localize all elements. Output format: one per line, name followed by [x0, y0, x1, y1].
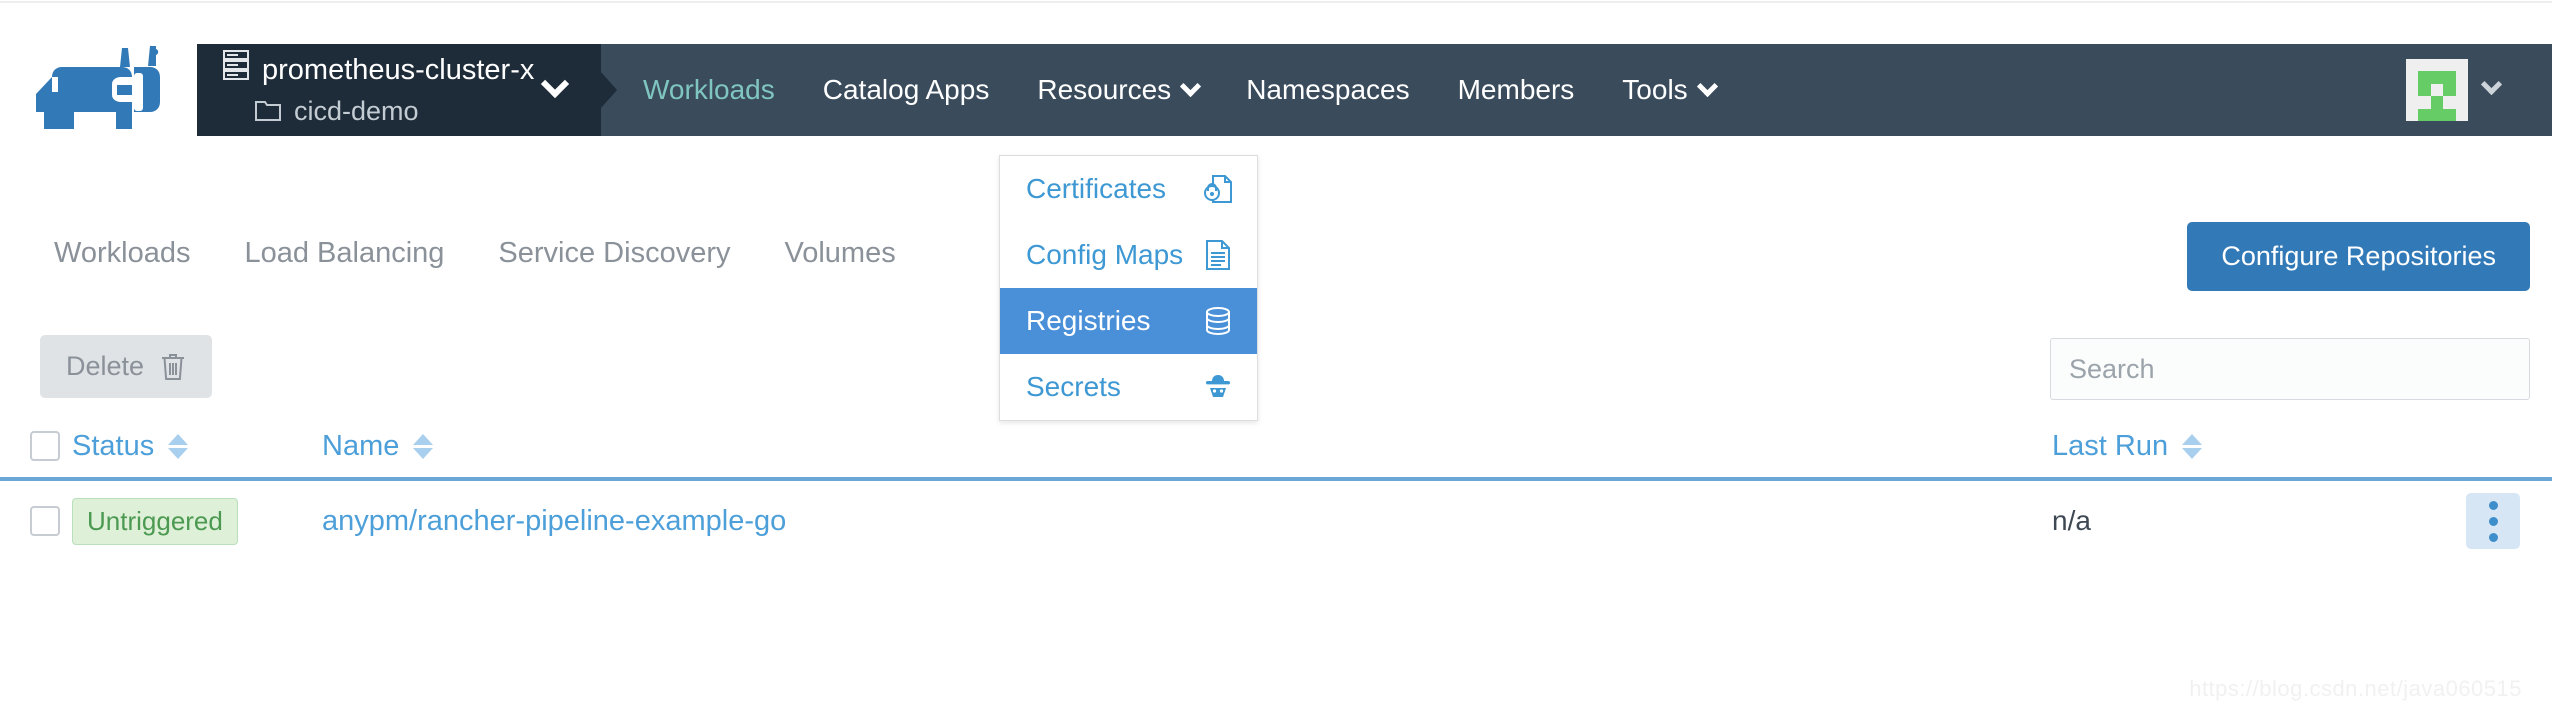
- trash-icon: [160, 352, 186, 382]
- column-label: Name: [322, 429, 400, 462]
- nav-item-members[interactable]: Members: [1458, 44, 1575, 136]
- sort-status-button[interactable]: Status: [72, 430, 322, 463]
- rancher-logo[interactable]: [22, 40, 162, 135]
- chevron-down-icon: [1180, 75, 1202, 98]
- subnav-item-label: Service Discovery: [498, 236, 731, 269]
- row-cell-name: anypm/rancher-pipeline-example-go: [322, 505, 2052, 538]
- column-label: Last Run: [2052, 429, 2169, 462]
- subnav-item-load-balancing[interactable]: Load Balancing: [244, 237, 444, 270]
- dropdown-item-secrets[interactable]: Secrets: [1000, 354, 1257, 420]
- user-menu[interactable]: [2392, 44, 2552, 136]
- select-all-cell: [0, 431, 72, 461]
- dropdown-item-certificates[interactable]: Certificates: [1000, 156, 1257, 222]
- folder-icon: [255, 100, 281, 122]
- document-lines-icon: [1201, 238, 1235, 272]
- row-cell-status: Untriggered: [72, 497, 322, 545]
- sort-name-button[interactable]: Name: [322, 430, 2052, 463]
- subnav-item-label: Load Balancing: [244, 236, 445, 269]
- row-cell-last-run: n/a: [2052, 505, 2432, 537]
- secret-agent-icon: [1201, 370, 1235, 404]
- subnav-item-label: Workloads: [54, 236, 191, 269]
- dropdown-item-config-maps[interactable]: Config Maps: [1000, 222, 1257, 288]
- table-row[interactable]: Untriggered anypm/rancher-pipeline-examp…: [0, 481, 2552, 561]
- header-cell-name: Name: [322, 430, 2052, 463]
- primary-nav: Workloads Catalog Apps Resources Namespa…: [601, 44, 2552, 136]
- top-bar: prometheus-cluster-x cicd-demo Workloads…: [0, 0, 2552, 155]
- nav-item-namespaces[interactable]: Namespaces: [1246, 44, 1409, 136]
- nav-item-label: Members: [1457, 74, 1575, 105]
- database-stack-icon: [1201, 304, 1235, 338]
- resources-dropdown-menu: Certificates Config Maps Registries Secr…: [999, 155, 1258, 421]
- chevron-down-icon[interactable]: [540, 69, 570, 106]
- column-label: Status: [72, 429, 155, 462]
- cluster-name: prometheus-cluster-x: [262, 54, 535, 86]
- project-name: cicd-demo: [294, 96, 419, 126]
- dropdown-item-label: Config Maps: [1026, 239, 1184, 270]
- kebab-menu-icon[interactable]: [2466, 493, 2520, 549]
- nav-item-workloads[interactable]: Workloads: [643, 44, 775, 136]
- registry-name-link[interactable]: anypm/rancher-pipeline-example-go: [322, 505, 786, 537]
- subnav-item-label: Volumes: [784, 236, 896, 269]
- select-all-checkbox[interactable]: [30, 431, 60, 461]
- nav-wrapper: prometheus-cluster-x cicd-demo Workloads…: [197, 44, 2552, 136]
- sub-nav: Workloads Load Balancing Service Discove…: [0, 205, 2552, 301]
- table-header-row: Status Name Last Run: [0, 415, 2552, 481]
- sort-icon: [413, 433, 434, 459]
- subnav-item-workloads[interactable]: Workloads: [54, 237, 190, 270]
- watermark: https://blog.csdn.net/java060515: [2189, 676, 2522, 701]
- rancher-registries-page: prometheus-cluster-x cicd-demo Workloads…: [0, 0, 2552, 720]
- nav-pointer: [601, 72, 617, 108]
- configure-repositories-button[interactable]: Configure Repositories: [2187, 222, 2530, 291]
- sort-last-run-button[interactable]: Last Run: [2052, 430, 2432, 463]
- top-divider: [0, 1, 2552, 3]
- search-input[interactable]: [2050, 338, 2530, 400]
- chevron-down-icon[interactable]: [2480, 73, 2503, 104]
- nav-item-label: Workloads: [643, 74, 775, 105]
- nav-item-label: Namespaces: [1246, 74, 1410, 105]
- last-run-value: n/a: [2052, 505, 2091, 536]
- table-toolbar: Delete: [0, 335, 2552, 415]
- registries-table: Status Name Last Run Untriggered anypm/r…: [0, 415, 2552, 561]
- row-checkbox[interactable]: [30, 506, 60, 536]
- dropdown-item-label: Registries: [1026, 305, 1151, 336]
- dropdown-item-label: Certificates: [1026, 173, 1167, 204]
- delete-button[interactable]: Delete: [40, 335, 213, 398]
- nav-item-label: Catalog Apps: [822, 74, 990, 105]
- header-cell-status: Status: [72, 430, 322, 463]
- delete-button-label: Delete: [66, 351, 145, 381]
- dropdown-item-registries[interactable]: Registries: [1000, 288, 1257, 354]
- nav-item-catalog-apps[interactable]: Catalog Apps: [823, 44, 990, 136]
- status-badge: Untriggered: [72, 497, 238, 545]
- header-cell-last-run: Last Run: [2052, 430, 2432, 463]
- server-rack-icon: [223, 50, 249, 90]
- nav-item-label: Resources: [1037, 74, 1172, 105]
- chevron-down-icon: [1696, 75, 1718, 98]
- row-select-cell: [0, 506, 72, 536]
- cluster-project-selector[interactable]: prometheus-cluster-x cicd-demo: [197, 44, 601, 136]
- subnav-item-service-discovery[interactable]: Service Discovery: [498, 237, 730, 270]
- user-avatar-identicon[interactable]: [2406, 59, 2468, 121]
- subnav-item-volumes[interactable]: Volumes: [784, 237, 895, 270]
- sort-icon: [168, 433, 189, 459]
- nav-item-resources[interactable]: Resources: [1037, 44, 1202, 136]
- dropdown-item-label: Secrets: [1026, 371, 1121, 402]
- certificate-lock-icon: [1201, 172, 1235, 206]
- nav-item-label: Tools: [1622, 74, 1688, 105]
- sort-icon: [2182, 433, 2203, 459]
- row-cell-actions: [2432, 493, 2552, 549]
- nav-item-tools[interactable]: Tools: [1622, 44, 1718, 136]
